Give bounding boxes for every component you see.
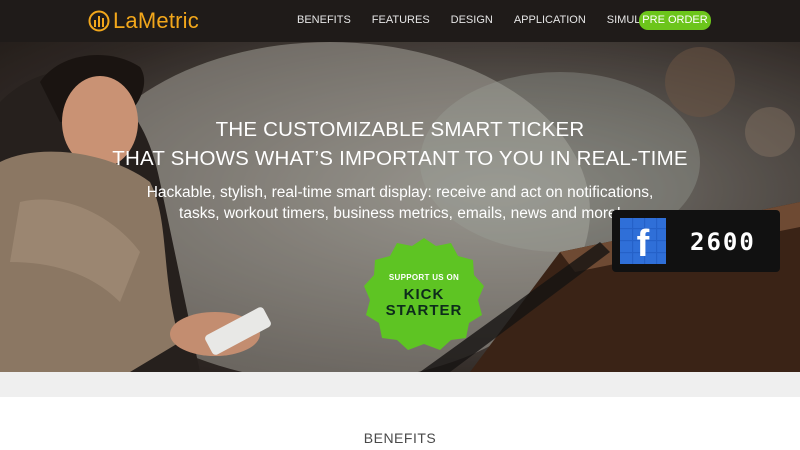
device-counter: 2600 xyxy=(690,228,756,256)
nav-item-benefits[interactable]: BENEFITS xyxy=(297,13,351,27)
nav-item-application[interactable]: APPLICATION xyxy=(514,13,586,27)
hero-subtitle-line1: Hackable, stylish, real-time smart displ… xyxy=(146,184,654,201)
kickstarter-tagline: SUPPORT US ON xyxy=(388,273,460,282)
facebook-icon: f xyxy=(637,223,650,265)
hero-title-line1: THE CUSTOMIZABLE SMART TICKER xyxy=(215,118,585,141)
kickstarter-word-2: STARTER xyxy=(385,302,463,319)
lametric-logo-icon xyxy=(88,10,110,32)
pre-order-button[interactable]: PRE ORDER xyxy=(639,11,711,30)
kickstarter-word-1: KICK xyxy=(403,286,445,303)
hero-section: THE CUSTOMIZABLE SMART TICKER THAT SHOWS… xyxy=(0,42,800,372)
kickstarter-badge[interactable]: SUPPORT US ON KICK STARTER xyxy=(363,236,485,350)
hero-title-line2: THAT SHOWS WHAT’S IMPORTANT TO YOU IN RE… xyxy=(112,147,688,170)
lametric-logo[interactable]: LaMetric xyxy=(88,7,199,35)
nav-item-design[interactable]: DESIGN xyxy=(451,13,493,27)
nav-menu: BENEFITS FEATURES DESIGN APPLICATION SIM… xyxy=(297,13,691,27)
top-navigation: LaMetric BENEFITS FEATURES DESIGN APPLIC… xyxy=(0,0,800,42)
brand-name: LaMetric xyxy=(113,8,199,33)
nav-item-features[interactable]: FEATURES xyxy=(372,13,430,27)
section-divider xyxy=(0,372,800,397)
benefits-heading: BENEFITS xyxy=(363,430,437,446)
